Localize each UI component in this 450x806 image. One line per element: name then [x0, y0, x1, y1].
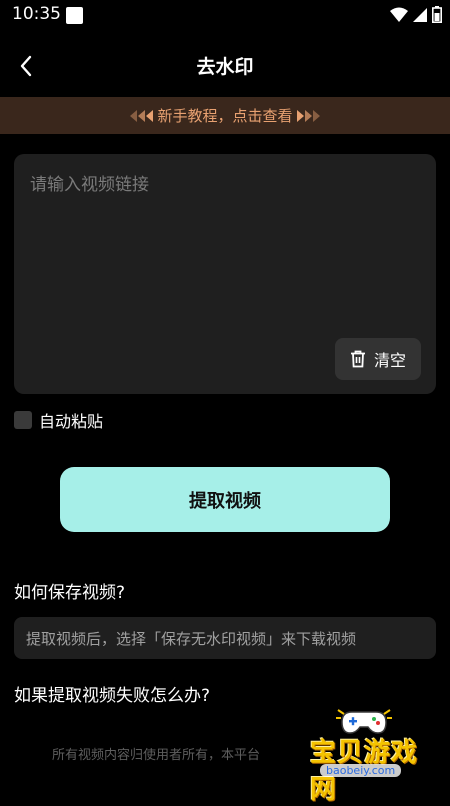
auto-paste-toggle[interactable]: 自动粘贴	[14, 408, 103, 432]
clear-button-label: 清空	[373, 351, 406, 370]
auto-paste-label: 自动粘贴	[39, 412, 104, 431]
status-time: 10:35	[12, 4, 61, 24]
wifi-icon	[390, 7, 408, 22]
signal-icon	[413, 7, 427, 22]
faq-answer-save: 提取视频后，选择「保存无水印视频」来下载视频	[14, 617, 436, 659]
tutorial-banner-text: 新手教程，点击查看	[157, 107, 293, 125]
nav-bar: 去水印	[0, 40, 450, 92]
faq-answer-text: 提取视频后，选择「保存无水印视频」来下载视频	[26, 629, 357, 648]
faq-question-save: 如何保存视频?	[14, 583, 126, 603]
left-arrows-icon	[130, 109, 154, 122]
auto-paste-checkbox[interactable]	[14, 411, 32, 429]
site-watermark: 宝贝游戏网 baobeiy.com	[290, 706, 440, 805]
status-bar: 10:35	[0, 0, 450, 32]
link-input-card: 清空	[14, 154, 436, 394]
battery-icon	[432, 6, 442, 23]
trash-icon	[350, 350, 365, 368]
extract-video-button[interactable]: 提取视频	[60, 467, 390, 532]
clear-button[interactable]: 清空	[335, 338, 421, 380]
page-title: 去水印	[196, 56, 254, 78]
notification-icon	[66, 7, 83, 24]
faq-question-failed[interactable]: 如果提取视频失败怎么办?	[14, 681, 210, 706]
right-arrows-icon	[296, 109, 320, 122]
disclaimer-text: 所有视频内容归使用者所有，本平台	[52, 748, 261, 763]
video-link-input[interactable]	[28, 168, 426, 332]
watermark-url: baobeiy.com	[320, 764, 402, 777]
tutorial-banner[interactable]: 新手教程，点击查看	[0, 97, 450, 134]
status-icons	[390, 6, 442, 23]
